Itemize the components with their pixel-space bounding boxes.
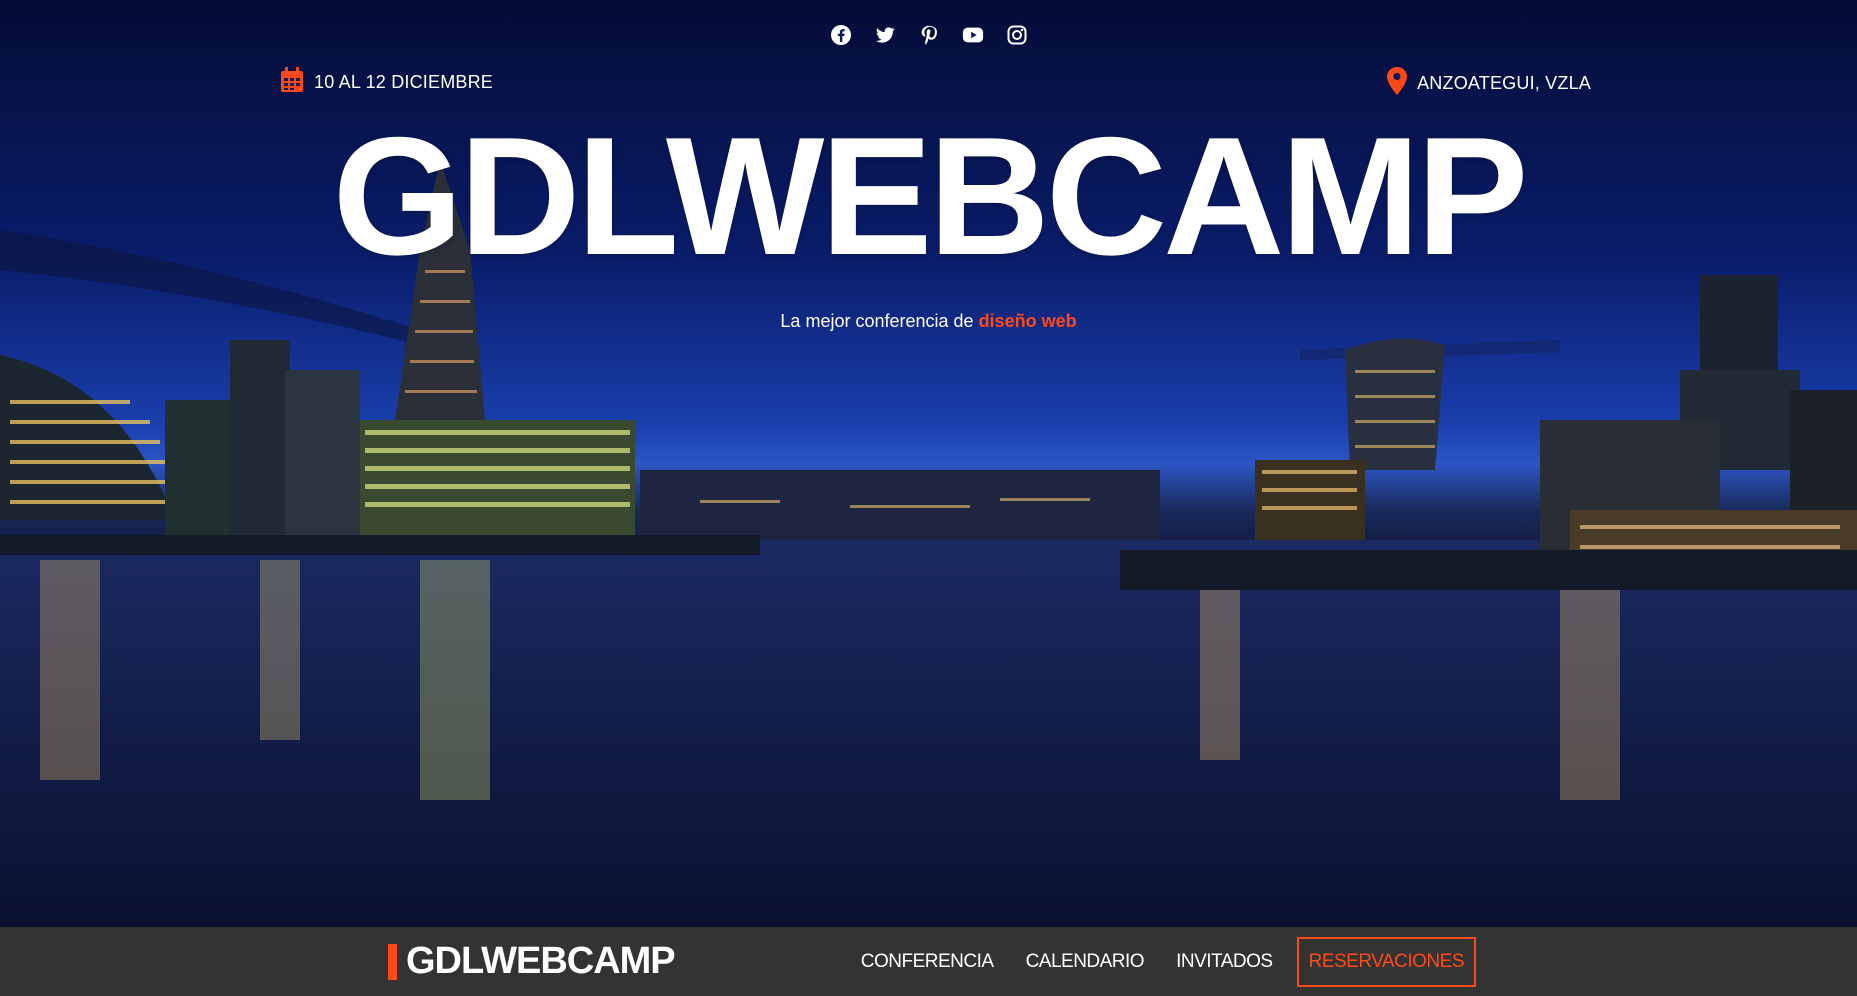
nav-link-calendario[interactable]: CALENDARIO bbox=[1010, 939, 1161, 985]
social-links bbox=[830, 24, 1028, 46]
calendar-icon bbox=[280, 67, 304, 98]
hero-slogan: La mejor conferencia de diseño web bbox=[0, 311, 1857, 332]
youtube-icon[interactable] bbox=[962, 24, 984, 46]
event-date: 10 AL 12 DICIEMBRE bbox=[280, 67, 493, 98]
event-location-text: ANZOATEGUI, VZLA bbox=[1417, 73, 1591, 93]
event-location: ANZOATEGUI, VZLA bbox=[1387, 67, 1591, 100]
twitter-icon[interactable] bbox=[874, 24, 896, 46]
brand-accent-bar bbox=[388, 943, 397, 980]
reservaciones-button[interactable]: RESERVACIONES bbox=[1296, 937, 1476, 987]
slogan-accent: diseño web bbox=[978, 311, 1077, 331]
pinterest-icon[interactable] bbox=[918, 24, 940, 46]
slogan-prefix: La mejor conferencia de bbox=[780, 311, 974, 331]
brand-logo[interactable]: GDLWEBCAMP bbox=[388, 940, 676, 983]
main-navbar: GDLWEBCAMP CONFERENCIA CALENDARIO INVITA… bbox=[0, 927, 1857, 996]
brand-name: GDLWEBCAMP bbox=[406, 940, 676, 982]
nav-link-conferencia[interactable]: CONFERENCIA bbox=[845, 939, 1010, 985]
event-date-text: 10 AL 12 DICIEMBRE bbox=[314, 72, 494, 92]
hero-section: 10 AL 12 DICIEMBRE ANZOATEGUI, VZLA GDLW… bbox=[0, 0, 1857, 927]
map-marker-icon bbox=[1387, 67, 1408, 100]
nav-links: CONFERENCIA CALENDARIO INVITADOS RESERVA… bbox=[845, 937, 1476, 987]
hero-title: GDLWEBCAMP bbox=[332, 102, 1529, 290]
nav-link-invitados[interactable]: INVITADOS bbox=[1160, 939, 1289, 985]
instagram-icon[interactable] bbox=[1006, 24, 1028, 46]
facebook-icon[interactable] bbox=[830, 24, 852, 46]
